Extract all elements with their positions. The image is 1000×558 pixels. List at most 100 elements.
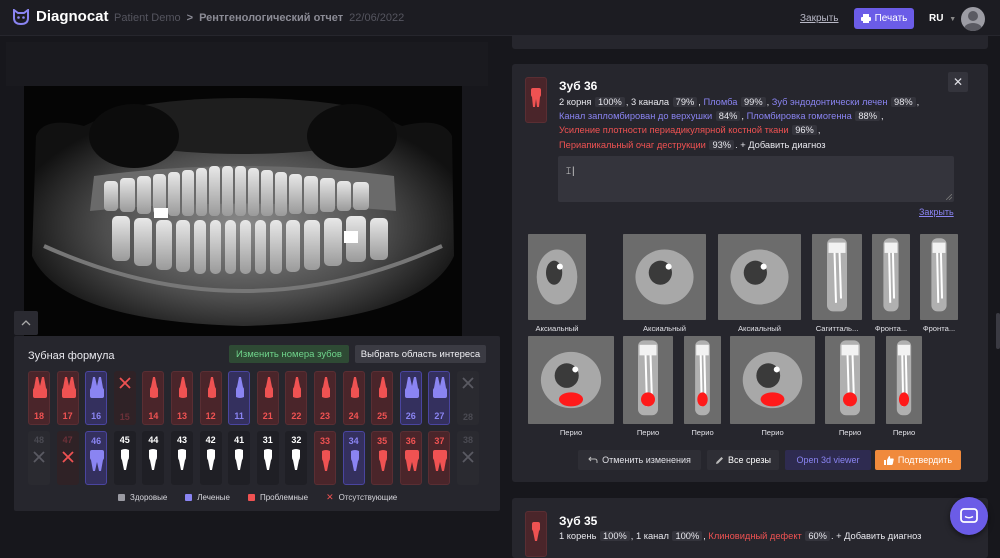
collapse-button[interactable] [14,311,38,335]
legend-missing-label: Отсутствующие [338,493,398,502]
change-tooth-numbers-button[interactable]: Изменить номера зубов [229,345,349,363]
tooth-24[interactable]: 24 [342,371,365,425]
tooth-number: 31 [262,435,273,445]
slice-thumbnail[interactable]: Аксиальный [623,234,706,334]
dental-formula-title: Зубная формула [28,350,115,362]
tooth-47[interactable]: 47 [56,431,79,485]
slice-label: Фронта... [874,324,908,333]
tooth-23[interactable]: 23 [314,371,336,425]
close-card-button[interactable]: ✕ [948,72,968,92]
tooth-17[interactable]: 17 [56,371,79,425]
logo[interactable]: Diagnocat [12,8,109,25]
legend-treated-label: Леченые [197,493,230,502]
tooth-34[interactable]: 34 [342,431,365,485]
tooth-36[interactable]: 36 [399,431,422,485]
tooth-15[interactable]: 15 [113,371,136,425]
confirm-button[interactable]: Подтвердить [875,450,961,470]
avatar[interactable] [961,7,985,31]
slice-thumbnail[interactable]: Фронта... [872,234,910,334]
formula-legend: Здоровые Леченые Проблемные ✕ Отсутствующ… [118,492,397,503]
tooth-43[interactable]: 43 [171,431,193,485]
slice-image [825,336,875,424]
slice-image [812,234,862,320]
slice-thumbnail[interactable]: Перио [730,336,815,438]
tooth-22[interactable]: 22 [285,371,308,425]
chat-button[interactable] [950,497,988,535]
tooth-35[interactable]: 35 [371,431,394,485]
tooth-number: 37 [434,436,445,446]
open-3d-viewer-button[interactable]: Open 3d viewer [785,450,871,470]
diagnosis-item[interactable]: 2 корня 100% [559,97,626,107]
tooth-32[interactable]: 32 [285,431,308,485]
diagnosis-item[interactable]: Зуб эндодонтически лечен 98% [772,97,917,107]
molar-tooth-icon [531,88,541,107]
slice-image [528,336,614,424]
breadcrumb: Patient Demo > Рентгенологический отчет … [114,12,404,24]
tooth-13[interactable]: 13 [171,371,193,425]
diagnosis-item[interactable]: 1 канал 100% [636,531,703,541]
tooth-number: 34 [348,436,359,446]
breadcrumb-date: 22/06/2022 [349,12,405,24]
tooth-42[interactable]: 42 [199,431,222,485]
tooth-card-title: Зуб 36 [559,79,598,93]
breadcrumb-patient[interactable]: Patient Demo [114,12,181,24]
tooth-41[interactable]: 41 [228,431,251,485]
add-diagnosis-link[interactable]: + Добавить диагноз [740,140,825,150]
slice-thumbnail[interactable]: Сагитталь... [812,234,862,334]
diagnosis-item[interactable]: 1 корень 100% [559,531,631,541]
language-select[interactable]: RU ▼ [929,13,956,24]
slice-thumbnail[interactable]: Аксиальный [718,234,801,334]
diagnosis-item[interactable]: Клиновидный дефект 60% [708,531,831,541]
slice-thumbnail[interactable]: Фронта... [920,234,958,334]
confirm-label: Подтвердить [897,455,953,465]
slice-label: Аксиальный [535,324,579,333]
all-slices-button[interactable]: Все срезы [707,450,779,470]
tooth-27[interactable]: 27 [428,371,451,425]
tooth-18[interactable]: 18 [28,371,50,425]
print-button[interactable]: Печать [854,8,914,29]
tooth-21[interactable]: 21 [256,371,279,425]
tooth-11[interactable]: 11 [228,371,251,425]
tooth-31[interactable]: 31 [256,431,279,485]
tooth-45[interactable]: 45 [113,431,136,485]
diagnosis-item[interactable]: 3 канала 79% [631,97,698,107]
tooth-card-35: Зуб 35 1 корень 100%, 1 канал 100%, Клин… [512,498,988,558]
tooth-25[interactable]: 25 [371,371,394,425]
slice-image [886,336,922,424]
diagnosis-item[interactable]: Пломбировка гомогенна 88% [747,111,881,122]
comment-textarea[interactable]: 𝙸| [558,156,954,202]
undo-changes-button[interactable]: Отменить изменения [578,450,701,470]
slice-thumbnail[interactable]: Перио [623,336,673,438]
diagnosis-item[interactable]: Пломба 99% [703,97,766,107]
close-comment-link[interactable]: Закрыть [919,207,954,217]
add-diagnosis-link[interactable]: + Добавить диагноз [836,531,921,541]
slice-thumbnail[interactable]: Аксиальный [528,234,586,334]
chevron-up-icon [21,320,31,326]
slice-thumbnail[interactable]: Перио [528,336,614,438]
diagnosis-item[interactable]: Усиление плотности периадикулярной костн… [559,125,818,136]
tooth-number: 48 [33,435,44,445]
chevron-down-icon: ▼ [949,16,957,23]
tooth-14[interactable]: 14 [142,371,165,425]
tooth-33[interactable]: 33 [314,431,336,485]
tooth-28[interactable]: 28 [457,371,479,425]
slice-thumbnail[interactable]: Перио [886,336,922,438]
diagnosis-item[interactable]: Периапикальный очаг деструкции 93% [559,139,735,150]
tooth-48[interactable]: 48 [28,431,50,485]
tooth-38[interactable]: 38 [457,431,479,485]
close-link[interactable]: Закрыть [800,13,839,24]
panoramic-xray-image[interactable] [24,86,462,336]
side-panel-handle[interactable] [996,313,1000,349]
select-region-button[interactable]: Выбрать область интереса [355,345,486,363]
slice-thumbnail[interactable]: Перио [684,336,721,438]
tooth-12[interactable]: 12 [199,371,222,425]
tooth-37[interactable]: 37 [428,431,451,485]
tooth-26[interactable]: 26 [399,371,422,425]
slice-thumbnail[interactable]: Перио [825,336,875,438]
tooth-44[interactable]: 44 [142,431,165,485]
tooth-number: 26 [405,411,416,421]
tooth-46[interactable]: 46 [85,431,108,485]
tooth-16[interactable]: 16 [85,371,108,425]
tooth-status-badge [525,511,547,557]
diagnosis-item[interactable]: Канал запломбирован до верхушки 84% [559,111,741,122]
